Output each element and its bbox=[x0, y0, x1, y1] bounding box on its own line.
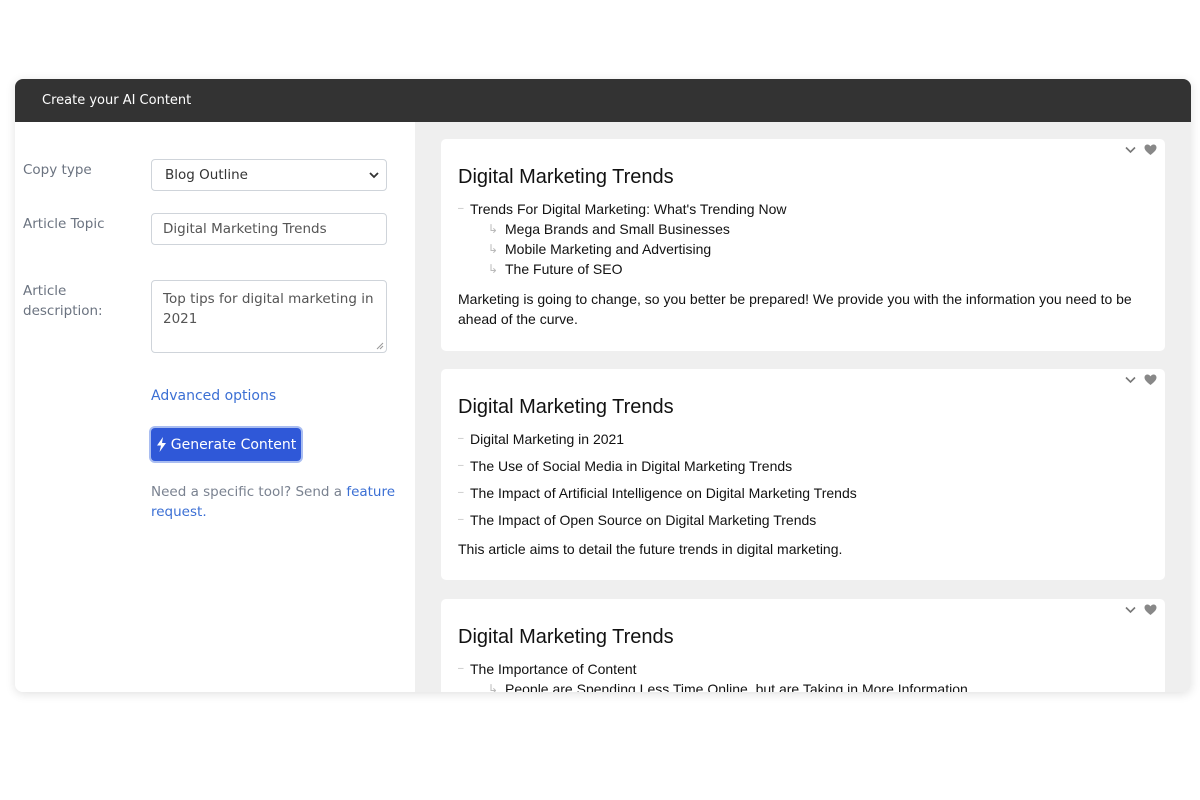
list-item: – The Use of Social Media in Digital Mark… bbox=[458, 456, 1148, 476]
sub-item-text: The Future of SEO bbox=[505, 261, 623, 277]
list-item-text: Digital Marketing in 2021 bbox=[470, 431, 625, 447]
list-item: – Trends For Digital Marketing: What's Tr… bbox=[458, 199, 1148, 219]
list-item-text: The Impact of Open Source on Digital Mar… bbox=[470, 512, 817, 528]
card-title: Digital Marketing Trends bbox=[458, 166, 674, 188]
result-card: Digital Marketing Trends – The Importance… bbox=[441, 599, 1165, 692]
dash-icon: – bbox=[458, 663, 464, 674]
dash-icon: – bbox=[458, 460, 464, 471]
generate-content-button[interactable]: Generate Content bbox=[151, 428, 301, 461]
list-item-text: The Impact of Artificial Intelligence on… bbox=[470, 485, 857, 501]
sub-item-text: Mobile Marketing and Advertising bbox=[505, 241, 712, 257]
heart-icon[interactable] bbox=[1144, 144, 1157, 156]
bolt-icon bbox=[156, 437, 166, 452]
results-panel[interactable]: Digital Marketing Trends – Trends For Dig… bbox=[415, 122, 1191, 692]
chevron-down-icon[interactable] bbox=[1124, 604, 1137, 616]
chevron-down-icon[interactable] bbox=[1124, 374, 1137, 386]
return-arrow-icon: ↳ bbox=[488, 222, 499, 236]
card-description: This article aims to detail the future t… bbox=[458, 541, 843, 557]
description-value: Top tips for digital marketing in 2021 bbox=[163, 291, 374, 327]
list-item: – Digital Marketing in 2021 bbox=[458, 429, 1148, 449]
result-card: Digital Marketing Trends – Digital Market… bbox=[441, 369, 1165, 580]
result-card: Digital Marketing Trends – Trends For Dig… bbox=[441, 139, 1165, 351]
list-item: – The Impact of Artificial Intelligence o… bbox=[458, 483, 1148, 503]
list-item-text: The Importance of Content bbox=[470, 661, 637, 677]
app-window: Create your AI Content Copy type Blog Ou… bbox=[15, 79, 1191, 692]
generate-label: Generate Content bbox=[170, 436, 297, 453]
sub-item-text: Mega Brands and Small Businesses bbox=[505, 221, 730, 237]
heart-icon[interactable] bbox=[1144, 374, 1157, 386]
sub-item: ↳ Mobile Marketing and Advertising bbox=[458, 239, 1148, 259]
return-arrow-icon: ↳ bbox=[488, 262, 499, 276]
topic-label: Article Topic bbox=[23, 216, 105, 232]
card-actions bbox=[1124, 604, 1157, 616]
dash-icon: – bbox=[458, 514, 464, 525]
sub-item: ↳ People are Spending Less Time Online, b… bbox=[458, 679, 1148, 692]
card-actions bbox=[1124, 144, 1157, 156]
dash-icon: – bbox=[458, 487, 464, 498]
help-text-prefix: Need a specific tool? Send a bbox=[151, 484, 347, 500]
form-panel: Copy type Blog Outline Article Topic Dig… bbox=[15, 122, 415, 692]
topic-input[interactable]: Digital Marketing Trends bbox=[151, 213, 387, 245]
chevron-down-icon bbox=[369, 172, 379, 179]
list-item: – The Impact of Open Source on Digital Ma… bbox=[458, 510, 1148, 530]
card-actions bbox=[1124, 374, 1157, 386]
heart-icon[interactable] bbox=[1144, 604, 1157, 616]
description-label: Article description: bbox=[23, 281, 103, 321]
list-item-text: The Use of Social Media in Digital Marke… bbox=[470, 458, 793, 474]
sub-item-text: People are Spending Less Time Online, bu… bbox=[505, 681, 968, 692]
app-body: Copy type Blog Outline Article Topic Dig… bbox=[15, 122, 1191, 692]
copy-type-select[interactable]: Blog Outline bbox=[151, 159, 387, 191]
dash-icon: – bbox=[458, 433, 464, 444]
description-label-line2: description: bbox=[23, 303, 103, 319]
description-label-line1: Article bbox=[23, 283, 67, 299]
description-textarea[interactable]: Top tips for digital marketing in 2021 bbox=[151, 280, 387, 353]
card-description: Marketing is going to change, so you bet… bbox=[458, 291, 1132, 327]
sub-item: ↳ Mega Brands and Small Businesses bbox=[458, 219, 1148, 239]
resize-grip-icon[interactable] bbox=[376, 342, 384, 350]
return-arrow-icon: ↳ bbox=[488, 242, 499, 256]
card-title: Digital Marketing Trends bbox=[458, 626, 674, 648]
list-item: – The Importance of Content bbox=[458, 659, 1148, 679]
return-arrow-icon: ↳ bbox=[488, 682, 499, 692]
window-title: Create your AI Content bbox=[15, 79, 1191, 122]
advanced-options-link[interactable]: Advanced options bbox=[151, 388, 276, 404]
sub-item: ↳ The Future of SEO bbox=[458, 259, 1148, 279]
dash-icon: – bbox=[458, 203, 464, 214]
help-text: Need a specific tool? Send a feature req… bbox=[151, 482, 401, 522]
card-title: Digital Marketing Trends bbox=[458, 396, 674, 418]
list-item-text: Trends For Digital Marketing: What's Tre… bbox=[470, 201, 787, 217]
chevron-down-icon[interactable] bbox=[1124, 144, 1137, 156]
copy-type-label: Copy type bbox=[23, 162, 92, 178]
copy-type-value: Blog Outline bbox=[165, 167, 248, 183]
